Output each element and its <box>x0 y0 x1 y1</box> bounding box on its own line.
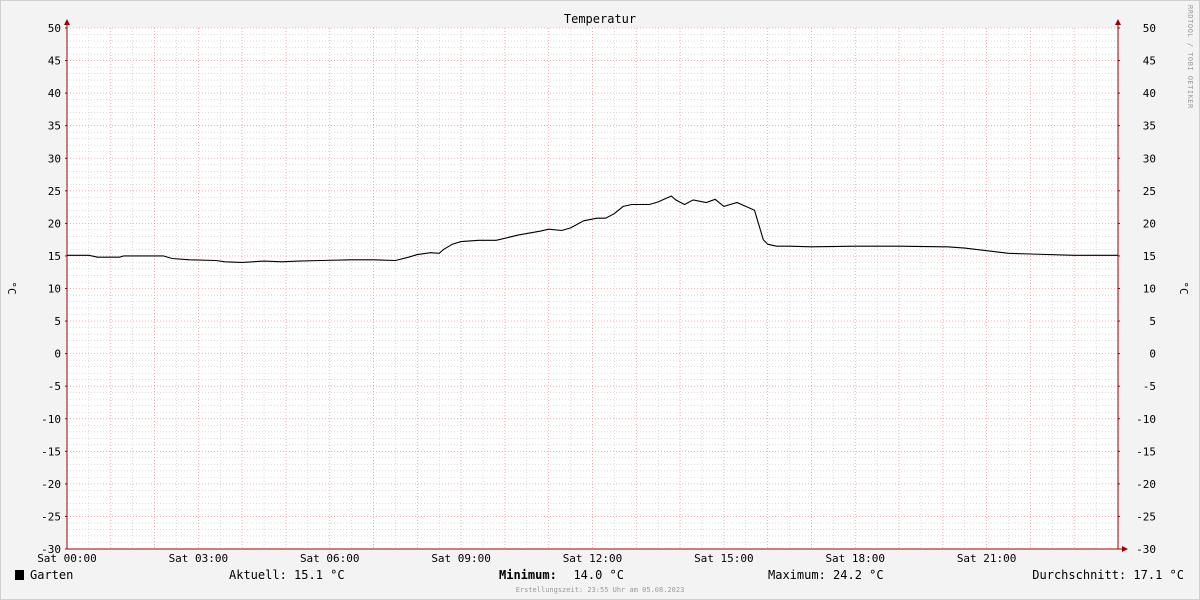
y-tick-label-left: 45 <box>48 55 61 68</box>
y-axis-label-right: °C <box>1177 281 1190 294</box>
x-tick-label: Sat 12:00 <box>563 552 623 565</box>
watermark: RRDTOOL / TOBI OETIKER <box>1186 5 1194 109</box>
x-tick-label: Sat 00:00 <box>37 552 97 565</box>
y-tick-label-left: 0 <box>54 348 61 361</box>
y-tick-label-right: 50 <box>1143 22 1156 35</box>
x-tick-label: Sat 09:00 <box>431 552 491 565</box>
x-tick-label: Sat 18:00 <box>825 552 885 565</box>
y-tick-label-left: 35 <box>48 120 61 133</box>
y-tick-label-right: 25 <box>1143 185 1156 198</box>
y-tick-label-right: 35 <box>1143 120 1156 133</box>
y-tick-label-right: 40 <box>1143 87 1156 100</box>
x-ticks: Sat 00:00 Sat 03:00 Sat 06:00 Sat 09:00 Sat … <box>37 552 1016 565</box>
y-axis-arrow-left <box>64 19 70 25</box>
legend-current: Aktuell: 15.1 °C <box>229 568 345 582</box>
y-tick-label-left: 50 <box>48 22 61 35</box>
legend-minimum: Minimum: 14.0 °C <box>499 564 624 583</box>
y-axis-label-left: °C <box>5 281 18 294</box>
y-tick-label-left: 10 <box>48 283 61 296</box>
legend-maximum: Maximum: 24.2 °C <box>768 568 884 582</box>
y-tick-label-left: 15 <box>48 250 61 263</box>
x-tick-label: Sat 15:00 <box>694 552 754 565</box>
legend-series-name: Garten <box>30 568 73 582</box>
y-tick-label-right: -20 <box>1136 478 1156 491</box>
chart-title: Temperatur <box>564 12 636 26</box>
y-tick-label-right: 5 <box>1149 315 1156 328</box>
y-tick-label-right: 20 <box>1143 217 1156 230</box>
x-axis-arrow <box>1122 546 1128 552</box>
y-tick-label-left: 25 <box>48 185 61 198</box>
y-tick-label-right: 10 <box>1143 283 1156 296</box>
y-axis-arrow-right <box>1115 19 1121 25</box>
y-tick-label-left: 5 <box>54 315 61 328</box>
y-tick-label-left: 20 <box>48 217 61 230</box>
y-tick-label-left: -20 <box>41 478 61 491</box>
y-tick-label-right: -10 <box>1136 413 1156 426</box>
y-tick-label-left: -25 <box>41 510 61 523</box>
y-tick-label-left: 40 <box>48 87 61 100</box>
legend-minimum-value: 14.0 °C <box>573 568 624 582</box>
y-tick-label-right: -25 <box>1136 510 1156 523</box>
y-ticks-right: -30 -25 -20 -15 -10 -5 0 5 10 15 20 25 30 35 40 45 50 <box>1118 22 1156 556</box>
y-tick-label-right: -30 <box>1136 543 1156 556</box>
footer-timestamp: Erstellungszeit: 23:55 Uhr am 05.08.2023 <box>516 586 685 594</box>
y-tick-label-right: -15 <box>1136 445 1156 458</box>
y-tick-label-right: 0 <box>1149 348 1156 361</box>
y-tick-label-left: -15 <box>41 445 61 458</box>
legend-swatch <box>15 570 24 580</box>
y-tick-label-right: 15 <box>1143 250 1156 263</box>
y-tick-label-right: 45 <box>1143 55 1156 68</box>
x-tick-label: Sat 21:00 <box>957 552 1017 565</box>
y-ticks-left: -30-25-20-15-10-505101520253035404550 <box>41 22 67 556</box>
y-tick-label-left: -10 <box>41 413 61 426</box>
x-tick-label: Sat 03:00 <box>169 552 229 565</box>
y-tick-label-left: -5 <box>48 380 61 393</box>
temperature-chart: -30-25-20-15-10-505101520253035404550 -3… <box>5 5 1194 594</box>
y-tick-label-right: -5 <box>1143 380 1156 393</box>
y-tick-label-right: 30 <box>1143 152 1156 165</box>
y-tick-label-left: 30 <box>48 152 61 165</box>
legend-minimum-label: Minimum: <box>499 568 557 582</box>
legend-average: Durchschnitt: 17.1 °C <box>1032 568 1184 582</box>
x-tick-label: Sat 06:00 <box>300 552 360 565</box>
